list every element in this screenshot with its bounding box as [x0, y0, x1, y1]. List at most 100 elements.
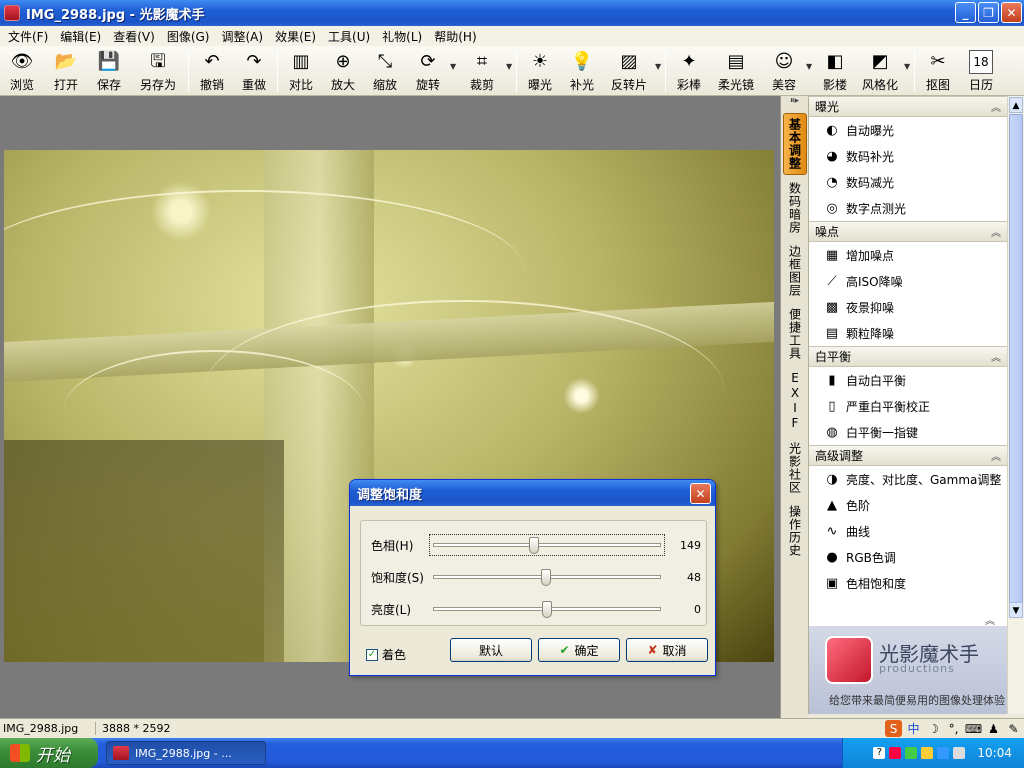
- tray-network-icon[interactable]: [905, 747, 918, 759]
- dropdown-arrow-icon[interactable]: ▼: [904, 62, 912, 71]
- scroll-thumb[interactable]: [1009, 114, 1023, 604]
- panel-item[interactable]: ▣ 色相饱和度: [809, 570, 1007, 596]
- tray-app-icon[interactable]: [889, 747, 902, 759]
- panel-section-header[interactable]: 高级调整 ︽: [809, 445, 1007, 466]
- toolbar-color-wand-button[interactable]: ✦ 彩棒: [668, 46, 710, 94]
- toolbar-resize-button[interactable]: ⤡ 缩放: [364, 46, 406, 94]
- panel-item[interactable]: ▤ 颗粒降噪: [809, 320, 1007, 346]
- maximize-button[interactable]: ❐: [978, 2, 999, 23]
- panel-item[interactable]: ▦ 增加噪点: [809, 242, 1007, 268]
- punctuation-icon[interactable]: °,: [945, 720, 962, 737]
- panel-section-header[interactable]: 噪点 ︽: [809, 221, 1007, 242]
- tray-lang-icon[interactable]: [937, 747, 950, 759]
- menu-item[interactable]: 编辑(E): [54, 28, 107, 45]
- panel-item[interactable]: ◐ 自动曝光: [809, 117, 1007, 143]
- checkmark-icon[interactable]: ✓: [366, 648, 378, 661]
- minimize-button[interactable]: _: [955, 2, 976, 23]
- toolbar-zoom-in-button[interactable]: ⊕ 放大: [322, 46, 364, 94]
- keyboard-icon[interactable]: ⌨: [965, 720, 982, 737]
- dropdown-arrow-icon[interactable]: ▼: [806, 62, 814, 71]
- sogou-icon[interactable]: S: [885, 720, 902, 737]
- collapse-chevron-icon[interactable]: ︽: [991, 448, 1001, 463]
- side-tab[interactable]: 数码暗房: [783, 178, 807, 238]
- dialog-title[interactable]: 调整饱和度: [350, 480, 715, 506]
- app-icon[interactable]: [4, 5, 20, 21]
- panel-section-header[interactable]: 白平衡 ︽: [809, 346, 1007, 367]
- panel-item[interactable]: ⟋ 高ISO降噪: [809, 268, 1007, 294]
- tray-ime-icon[interactable]: [921, 747, 934, 759]
- scroll-down-icon[interactable]: ▼: [1009, 602, 1023, 618]
- dialog-close-button[interactable]: ✕: [690, 483, 711, 504]
- panel-item[interactable]: ∿ 曲线: [809, 518, 1007, 544]
- toolbar-soft-light-button[interactable]: ▤ 柔光镜: [710, 46, 762, 94]
- panel-item[interactable]: ◕ 数码补光: [809, 143, 1007, 169]
- toolbar-fill-light-button[interactable]: 💡 补光: [561, 46, 603, 94]
- scroll-up-icon[interactable]: ▲: [1009, 97, 1023, 113]
- toolbar-undo-button[interactable]: ↶ 撤销: [191, 46, 233, 94]
- panel-item[interactable]: ▮ 自动白平衡: [809, 367, 1007, 393]
- menu-item[interactable]: 工具(U): [322, 28, 376, 45]
- panel-item[interactable]: ◍ 白平衡一指键: [809, 419, 1007, 445]
- menu-item[interactable]: 查看(V): [107, 28, 161, 45]
- colorize-checkbox[interactable]: ✓ 着色: [366, 646, 406, 663]
- help-icon[interactable]: ?: [873, 747, 886, 759]
- panel-item[interactable]: ▲ 色阶: [809, 492, 1007, 518]
- menu-item[interactable]: 帮助(H): [428, 28, 482, 45]
- dropdown-arrow-icon[interactable]: ▼: [655, 62, 663, 71]
- wrench-icon[interactable]: ✎: [1005, 720, 1022, 737]
- menu-item[interactable]: 图像(G): [161, 28, 216, 45]
- side-tab[interactable]: 便捷工具: [783, 304, 807, 364]
- slider-thumb[interactable]: [542, 601, 552, 618]
- panel-scrollbar[interactable]: ▲ ▼: [1007, 96, 1024, 714]
- panel-item[interactable]: ▩ 夜景抑噪: [809, 294, 1007, 320]
- moon-icon[interactable]: ☽: [925, 720, 942, 737]
- toolbar-folder-button[interactable]: 📂 打开: [44, 46, 88, 94]
- side-tab[interactable]: 操作历史: [783, 501, 807, 561]
- side-tab[interactable]: EXIF: [783, 367, 807, 435]
- toolbar-compare-button[interactable]: ▥ 对比: [280, 46, 322, 94]
- panel-item[interactable]: ◔ 数码减光: [809, 169, 1007, 195]
- side-tab[interactable]: 边框图层: [783, 241, 807, 301]
- toolbar-stylize-button[interactable]: ◩ 风格化: [856, 46, 904, 94]
- toolbar-crop-button[interactable]: ⌗ 裁剪: [458, 46, 506, 94]
- panel-item[interactable]: ● RGB色调: [809, 544, 1007, 570]
- collapse-chevron-icon[interactable]: ︽: [991, 99, 1001, 114]
- toolbar-save-button[interactable]: 💾 保存: [88, 46, 130, 94]
- panel-item[interactable]: ◎ 数字点测光: [809, 195, 1007, 221]
- start-button[interactable]: 开始: [0, 738, 98, 768]
- dropdown-arrow-icon[interactable]: ▼: [450, 62, 458, 71]
- toolbar-browse-button[interactable]: 👁 浏览: [0, 46, 44, 94]
- toolbar-rotate-button[interactable]: ⟳ 旋转: [406, 46, 450, 94]
- user-icon[interactable]: ♟: [985, 720, 1002, 737]
- collapse-chevron-icon[interactable]: ︽: [991, 349, 1001, 364]
- toolbar-studio-button[interactable]: ◧ 影楼: [814, 46, 856, 94]
- toolbar-redo-button[interactable]: ↷ 重做: [233, 46, 275, 94]
- cancel-button[interactable]: ✘ 取消: [626, 638, 708, 662]
- menu-item[interactable]: 礼物(L): [376, 28, 428, 45]
- toolbar-exposure-button[interactable]: ☀ 曝光: [519, 46, 561, 94]
- toolbar-beauty-button[interactable]: ☺ 美容: [762, 46, 806, 94]
- collapse-grip-icon[interactable]: ⏸▸: [781, 96, 808, 110]
- slider-thumb[interactable]: [529, 537, 540, 554]
- collapse-chevron-icon[interactable]: ︽: [991, 224, 1001, 239]
- taskbar-app-button[interactable]: IMG_2988.jpg - ...: [106, 741, 266, 765]
- toolbar-calendar-button[interactable]: 18 日历: [959, 46, 1003, 94]
- ok-button[interactable]: ✔ 确定: [538, 638, 620, 662]
- panel-item[interactable]: ▯ 严重白平衡校正: [809, 393, 1007, 419]
- chinese-mode-icon[interactable]: 中: [905, 720, 922, 737]
- menu-item[interactable]: 文件(F): [2, 28, 54, 45]
- brand-collapse-icon[interactable]: ︽: [985, 612, 995, 627]
- toolbar-cutout-button[interactable]: ✂ 抠图: [917, 46, 959, 94]
- dropdown-arrow-icon[interactable]: ▼: [506, 62, 514, 71]
- volume-icon[interactable]: [953, 747, 966, 759]
- title-bar[interactable]: IMG_2988.jpg - 光影魔术手 _ ❐ ✕: [0, 0, 1024, 26]
- close-button[interactable]: ✕: [1001, 2, 1022, 23]
- slider-thumb[interactable]: [540, 569, 551, 586]
- toolbar-reversal-film-button[interactable]: ▨ 反转片: [603, 46, 655, 94]
- slider-track[interactable]: [433, 543, 661, 547]
- side-tab[interactable]: 基本调整: [783, 113, 807, 175]
- panel-section-header[interactable]: 曝光 ︽: [809, 96, 1007, 117]
- menu-item[interactable]: 效果(E): [269, 28, 322, 45]
- panel-item[interactable]: ◑ 亮度、对比度、Gamma调整: [809, 466, 1007, 492]
- toolbar-save-as-button[interactable]: 🖫 另存为: [130, 46, 186, 94]
